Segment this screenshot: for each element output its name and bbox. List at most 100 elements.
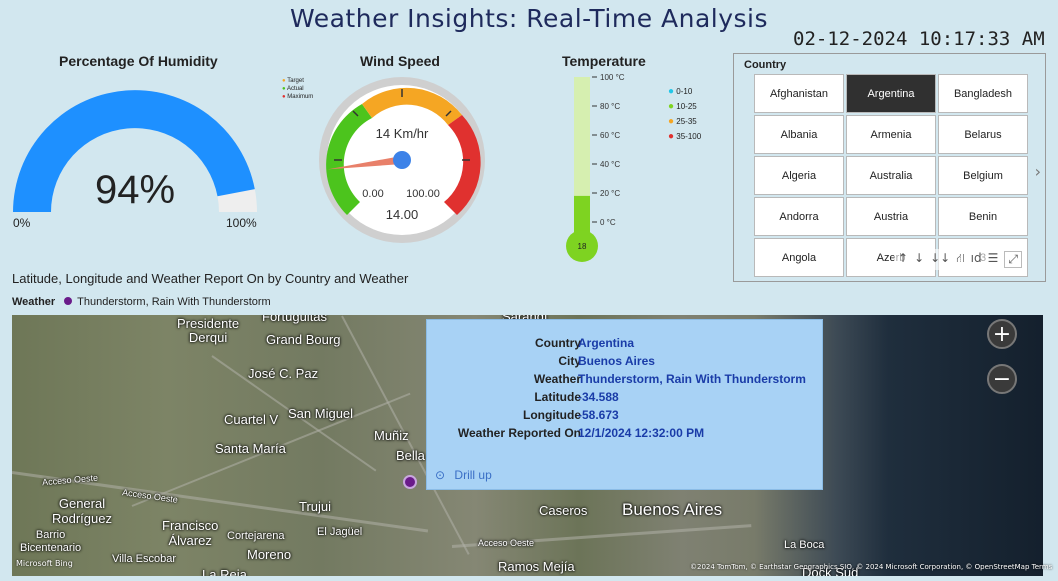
humidity-value: 94% xyxy=(95,168,175,212)
map-place-label: Grand Bourg xyxy=(266,332,341,347)
wind-gauge: 14 Km/hr 0.00 100.00 14.00 xyxy=(319,77,485,243)
country-slicer: Country Afghanistan Argentina Bangladesh Al… xyxy=(733,53,1046,282)
map-title: Latitude, Longitude and Weather Report O… xyxy=(12,271,409,286)
wind-legend-item: ● Actual xyxy=(282,86,304,92)
tooltip-row: Latitude -34.588 xyxy=(427,390,824,408)
tooltip-key: Weather xyxy=(533,372,581,386)
focus-mode-icon[interactable]: ⤢ xyxy=(1004,251,1022,268)
temperature-thermometer: 18 100 °C 80 °C 60 °C 40 °C 20 °C 0 °C xyxy=(566,73,625,262)
slicer-item[interactable]: Australia xyxy=(846,156,936,195)
temperature-value: 18 xyxy=(578,242,587,251)
slicer-item[interactable]: Algeria xyxy=(754,156,844,195)
map-place-label: Caseros xyxy=(539,503,588,518)
map-legend: Weather Thunderstorm, Rain With Thunders… xyxy=(12,296,271,308)
map-legend-item[interactable]: Thunderstorm, Rain With Thunderstorm xyxy=(77,296,271,308)
humidity-title: Percentage Of Humidity xyxy=(59,53,218,69)
wind-value-label: 14.00 xyxy=(386,207,419,222)
temperature-tick-label: 0 °C xyxy=(600,218,616,227)
temperature-legend-item: ● 10-25 xyxy=(668,101,697,112)
tooltip-value: -58.673 xyxy=(578,408,619,422)
temperature-legend-item: ● 25-35 xyxy=(668,116,697,127)
slicer-item[interactable]: Belgium xyxy=(938,156,1028,195)
tooltip-value: Buenos Aires xyxy=(578,354,655,368)
map-place-label: Muñiz xyxy=(374,428,409,443)
map-place-label: La Reja xyxy=(202,567,247,576)
map-place-label: La Boca xyxy=(784,539,825,551)
map-attribution[interactable]: ©2024 TomTom, © Earthstar Geographics SI… xyxy=(690,563,1052,571)
hierarchy-icon[interactable]: ⛙ xyxy=(956,251,964,268)
map-place-label: Trujui xyxy=(299,499,332,514)
slicer-item[interactable]: Andorra xyxy=(754,197,844,236)
slicer-item[interactable]: Angola xyxy=(754,238,844,277)
tooltip-key: Latitude xyxy=(534,390,581,404)
map-place-label: Cuartel V xyxy=(224,412,279,427)
wind-max-label: 100.00 xyxy=(406,188,440,200)
wind-center-label: 14 Km/hr xyxy=(376,126,429,141)
bing-logo: Microsoft Bing xyxy=(16,559,73,568)
temperature-legend: ● 0-10 ● 10-25 ● 25-35 ● 35-100 xyxy=(668,84,701,144)
map-place-label: General Rodríguez xyxy=(52,496,112,526)
tooltip-key: Country xyxy=(535,336,581,350)
map-place-label: Bella xyxy=(396,448,425,463)
slicer-item[interactable]: Argentina xyxy=(846,74,936,113)
slicer-item[interactable]: Benin xyxy=(938,197,1028,236)
tooltip-row: Weather Reported On 12/1/2024 12:32:00 P… xyxy=(427,426,824,444)
wind-title: Wind Speed xyxy=(360,53,440,69)
filter-icon[interactable]: ☰ xyxy=(988,251,999,268)
drill-up-label: Drill up xyxy=(454,468,492,482)
wind-legend-item: ● Target xyxy=(282,78,304,84)
slicer-title: Country xyxy=(744,59,787,71)
chevron-right-icon[interactable]: › xyxy=(1035,162,1041,181)
visual-header-toolbar: ↑ ↓ ↓↓ ⛙ ıd ☰ ⤢ xyxy=(894,249,1026,270)
map-place-label: Barrio Bicentenario xyxy=(20,529,82,554)
map-place-label: Villa Escobar xyxy=(112,553,176,565)
temperature-legend-item: ● 35-100 xyxy=(668,131,702,142)
sort-up-icon[interactable]: ↑ xyxy=(898,251,908,268)
tooltip-value: -34.588 xyxy=(578,390,619,404)
map-place-label: José C. Paz xyxy=(248,366,319,381)
slicer-grid: Afghanistan Argentina Bangladesh Albania Arm… xyxy=(754,74,1028,277)
slicer-item[interactable]: Afghanistan xyxy=(754,74,844,113)
map-data-point[interactable] xyxy=(403,475,417,489)
wind-min-label: 0.00 xyxy=(362,188,383,200)
drill-up-icon: ⊙ xyxy=(435,468,446,482)
map-place-label: Santa María xyxy=(215,441,286,456)
map-place-label: Fortuguitas xyxy=(262,315,328,324)
slicer-item[interactable]: Austria xyxy=(846,197,936,236)
sort-down-icon[interactable]: ↓ xyxy=(914,251,924,268)
map-place-label: Presidente Derqui xyxy=(177,316,240,345)
map-legend-label: Weather xyxy=(12,296,56,308)
temperature-tick-label: 100 °C xyxy=(600,73,625,82)
tooltip-value: 12/1/2024 12:32:00 PM xyxy=(578,426,705,440)
expand-all-icon[interactable]: ↓↓ xyxy=(930,251,950,268)
slicer-item[interactable]: Armenia xyxy=(846,115,936,154)
slicer-item[interactable]: Bangladesh xyxy=(938,74,1028,113)
zoom-in-button[interactable]: + xyxy=(987,319,1017,349)
map-place-label: Ramos Mejía xyxy=(498,559,575,574)
zoom-out-button[interactable]: − xyxy=(987,364,1017,394)
humidity-gauge: 94% xyxy=(13,90,257,212)
drill-icon[interactable]: ıd xyxy=(971,251,982,268)
tooltip-key: Longitude xyxy=(523,408,581,422)
map-place-label: El Jagüel xyxy=(317,526,363,538)
map-road-label: Acceso Oeste xyxy=(478,538,535,548)
map-road-label: Acceso Oeste xyxy=(41,472,99,488)
humidity-min-label: 0% xyxy=(13,216,31,230)
map-place-label: Moreno xyxy=(247,547,292,562)
temperature-legend-item: ● 0-10 xyxy=(668,86,693,97)
temperature-tick-label: 20 °C xyxy=(600,189,620,198)
temperature-tick-label: 80 °C xyxy=(600,102,620,111)
current-datetime: 02-12-2024 10:17:33 AM xyxy=(793,28,1045,50)
tooltip-key: Weather Reported On xyxy=(457,426,581,440)
slicer-item[interactable]: Albania xyxy=(754,115,844,154)
wind-legend: ● Target ● Actual ● Maximum xyxy=(282,77,313,101)
tooltip-row: Longitude -58.673 xyxy=(427,408,824,426)
tooltip-value: Thunderstorm, Rain With Thunderstorm xyxy=(578,372,806,386)
slicer-item[interactable]: Belarus xyxy=(938,115,1028,154)
map-place-label: Buenos Aires xyxy=(622,500,723,519)
temperature-tick-label: 40 °C xyxy=(600,160,620,169)
legend-dot-icon xyxy=(64,297,73,305)
drill-up-link[interactable]: ⊙ Drill up xyxy=(435,468,492,482)
map-place-label: Cortejarena xyxy=(227,530,285,542)
map-place-label: Francisco Álvarez xyxy=(162,518,219,548)
